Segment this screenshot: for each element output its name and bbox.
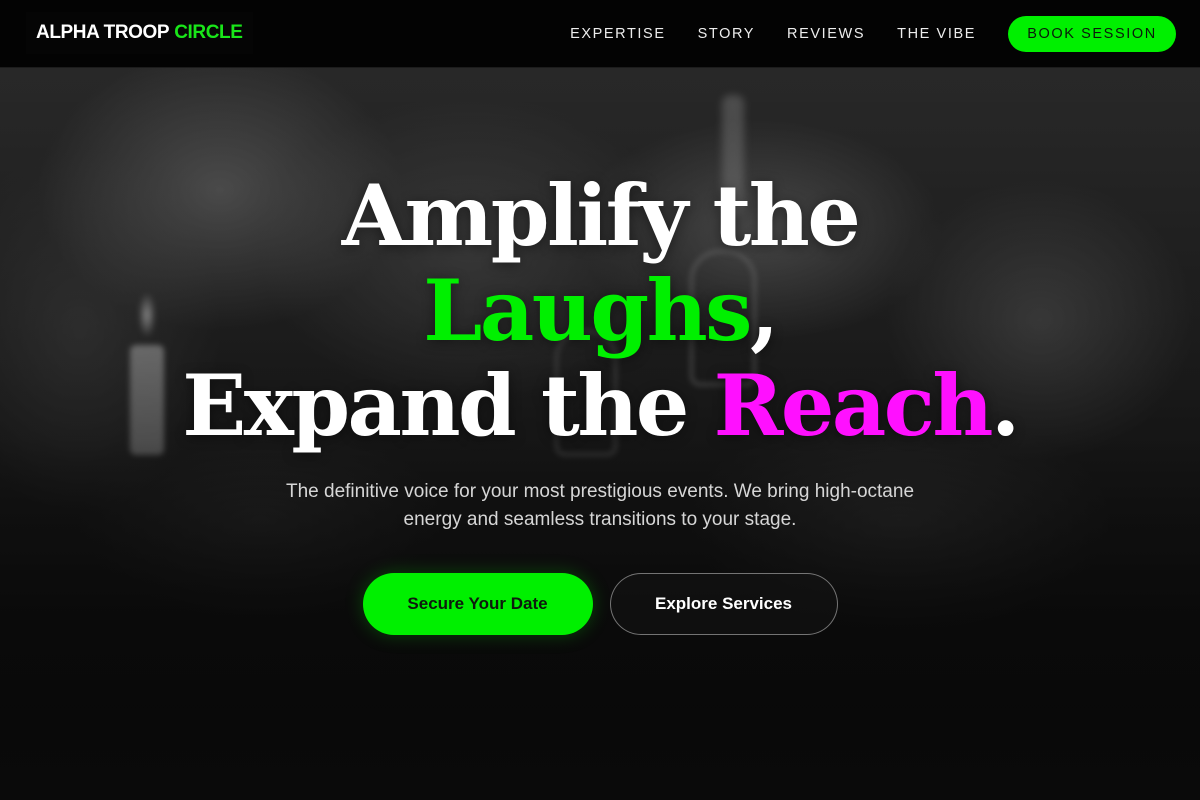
nav-links: EXPERTISE STORY REVIEWS THE VIBE BOOK SE…: [570, 0, 1176, 68]
headline-comma: ,: [749, 261, 779, 360]
hero-subtitle: The definitive voice for your most prest…: [285, 481, 915, 530]
nav-link-the-vibe[interactable]: THE VIBE: [897, 26, 976, 42]
headline-period: .: [991, 356, 1020, 455]
hero-section: Amplify the Laughs, Expand the Reach. Th…: [0, 0, 1200, 800]
headline-line-2: Laughs,: [0, 263, 1200, 358]
brand-logo[interactable]: ALPHA TROOP CIRCLE: [26, 12, 253, 54]
hero-headline: Amplify the Laughs, Expand the Reach.: [0, 168, 1200, 453]
headline-highlight-reach: Reach: [713, 356, 994, 455]
top-navbar: ALPHA TROOP CIRCLE EXPERTISE STORY REVIE…: [0, 0, 1200, 68]
book-session-button[interactable]: BOOK SESSION: [1008, 16, 1176, 52]
landing-page: ALPHA TROOP CIRCLE EXPERTISE STORY REVIE…: [0, 0, 1200, 800]
headline-line-1: Amplify the: [341, 166, 861, 265]
hero-cta-row: Secure Your Date Explore Services: [0, 573, 1200, 635]
brand-name-accent: CIRCLE: [174, 22, 243, 43]
explore-services-button[interactable]: Explore Services: [609, 573, 838, 635]
secure-your-date-button[interactable]: Secure Your Date: [362, 573, 593, 635]
headline-line-3: Expand the Reach.: [0, 358, 1200, 453]
brand-name: ALPHA TROOP: [36, 22, 170, 43]
nav-link-story[interactable]: STORY: [698, 26, 755, 42]
nav-link-expertise[interactable]: EXPERTISE: [570, 26, 666, 42]
headline-expand-text: Expand the: [182, 356, 714, 455]
headline-highlight-laughs: Laughs: [423, 261, 752, 360]
nav-link-reviews[interactable]: REVIEWS: [787, 26, 865, 42]
